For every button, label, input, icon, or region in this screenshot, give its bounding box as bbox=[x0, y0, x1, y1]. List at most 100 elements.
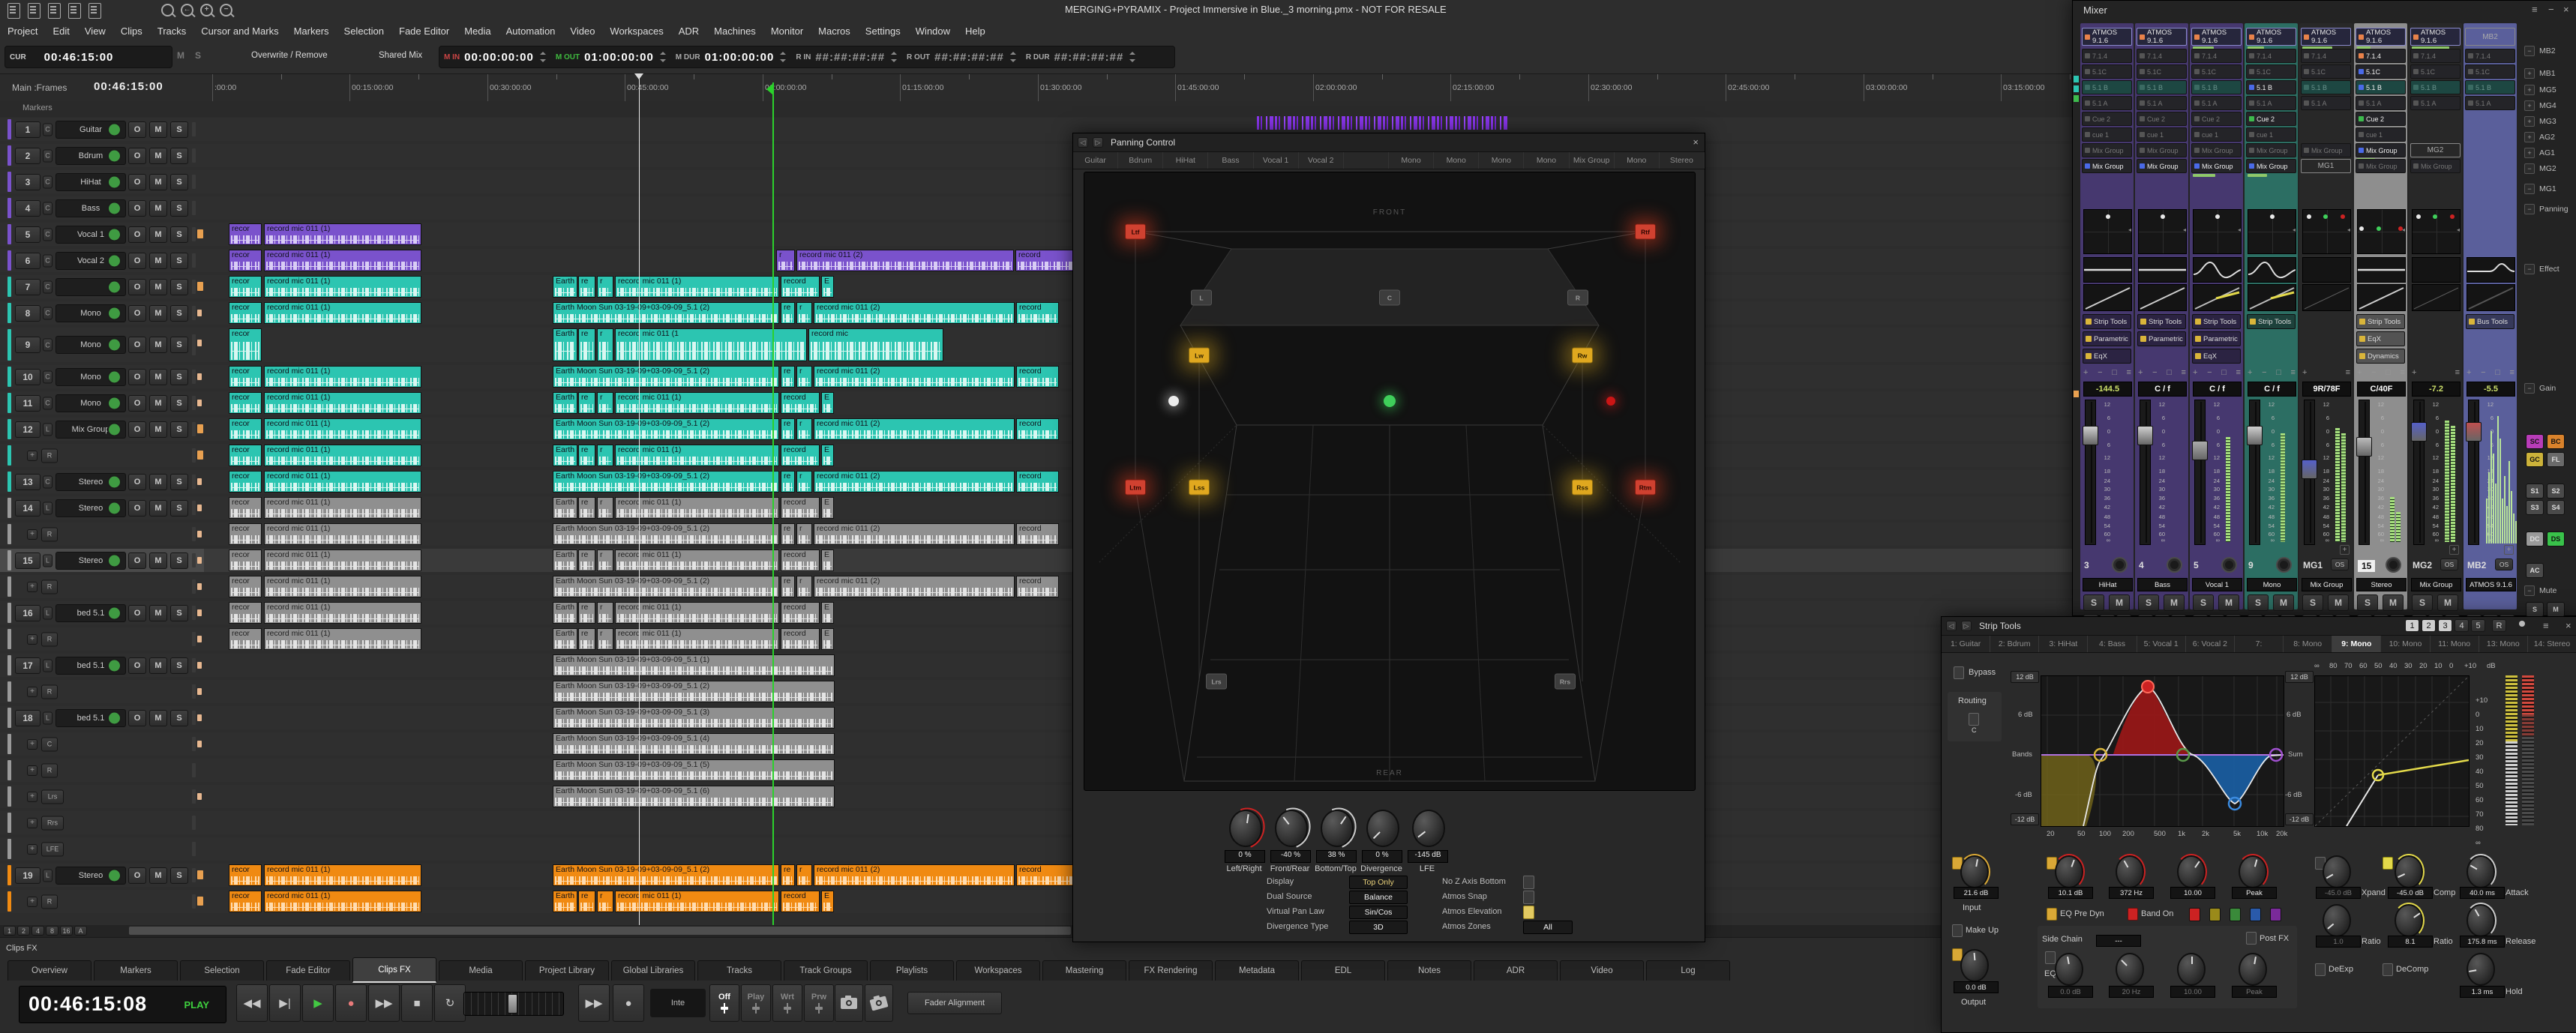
strip-eq-thumbnail[interactable] bbox=[2248, 257, 2296, 283]
record-arm-icon[interactable] bbox=[107, 338, 121, 352]
clip[interactable]: record mic 011 (1) bbox=[264, 471, 421, 493]
menu-icon[interactable]: ≡ bbox=[2543, 620, 2549, 631]
subtrack-channel-button[interactable]: C bbox=[41, 737, 58, 751]
record-arm-icon[interactable] bbox=[107, 711, 121, 725]
preset-5[interactable]: 5 bbox=[2471, 619, 2485, 632]
clip[interactable]: record mic 011 (1) bbox=[264, 602, 421, 624]
track-mute-button[interactable]: M bbox=[149, 148, 167, 164]
knob-value[interactable]: 10.00 bbox=[2170, 986, 2215, 998]
minimize-icon[interactable]: − bbox=[2548, 4, 2554, 15]
clip[interactable]: Earth Moon Sun 03-19-09+03-09-09_5.1 (2) bbox=[553, 302, 779, 324]
plugin-edit-icon[interactable]: □ bbox=[2221, 368, 2227, 377]
pan-3d-view[interactable]: FRONT REAR LtfRtfLCRLwRwLtmLssRssRtmLrsR… bbox=[1084, 172, 1696, 791]
panner-tab-bdrum[interactable]: Bdrum bbox=[1118, 152, 1163, 169]
eq2-toggle[interactable] bbox=[2045, 951, 2056, 964]
track-solo-button[interactable]: S bbox=[170, 279, 188, 295]
clip[interactable]: E bbox=[821, 497, 834, 519]
bus-button-7-1-4[interactable]: 7.1.4 bbox=[2301, 49, 2351, 63]
bus-button-mix-group[interactable]: Mix Group bbox=[2246, 143, 2296, 157]
strip-name[interactable]: Mix Group bbox=[2411, 578, 2461, 591]
clip[interactable]: record bbox=[781, 628, 820, 650]
subtrack-header[interactable]: +R bbox=[0, 890, 204, 913]
xpand-knob[interactable] bbox=[2323, 855, 2351, 888]
bus-button-cue-1[interactable]: cue 1 bbox=[2137, 127, 2187, 142]
track-solo-button[interactable]: S bbox=[170, 867, 188, 884]
clip[interactable]: Earth bbox=[553, 602, 577, 624]
field-r-out[interactable]: R OUT##:##:##:## bbox=[902, 51, 1021, 64]
plugin-edit-row[interactable]: +≡ bbox=[2302, 368, 2350, 377]
plugin-edit-icon[interactable]: − bbox=[2152, 368, 2157, 377]
track-channel-button[interactable]: C bbox=[43, 149, 52, 162]
strip-os-button[interactable]: OS bbox=[2440, 558, 2458, 570]
clip[interactable]: record mic 011 (1) bbox=[264, 276, 421, 298]
panner-tab-mono[interactable]: Mono bbox=[1434, 152, 1479, 169]
subtrack-channel-button[interactable]: R bbox=[41, 684, 58, 699]
track-output-button[interactable]: O bbox=[128, 421, 146, 438]
strip-fader-track[interactable] bbox=[2359, 400, 2370, 545]
menu-help[interactable]: Help bbox=[958, 25, 993, 37]
sidebar-bus-mg3[interactable]: +MG3 bbox=[2524, 116, 2557, 127]
strip-gain-value[interactable]: C / f bbox=[2138, 382, 2187, 397]
subtrack-channel-button[interactable]: R bbox=[41, 527, 58, 541]
speaker-rrs[interactable]: Rrs bbox=[1555, 674, 1576, 690]
bus-button-mix-group[interactable]: Mix Group bbox=[2137, 143, 2187, 157]
track-number[interactable]: 5 bbox=[15, 226, 40, 243]
clip[interactable]: record mic 011 (1) bbox=[264, 576, 421, 597]
bus-button-cue-2[interactable]: Cue 2 bbox=[2082, 112, 2132, 126]
clip[interactable]: recor bbox=[229, 497, 262, 519]
menu-adr[interactable]: ADR bbox=[671, 25, 706, 37]
clip[interactable]: r bbox=[796, 471, 812, 493]
preset-3[interactable]: 3 bbox=[2438, 619, 2452, 632]
clip[interactable]: record mic 011 (1) bbox=[264, 864, 421, 886]
knob-value[interactable]: 40.0 ms bbox=[2460, 887, 2505, 899]
bus-button-mix-group[interactable]: Mix Group bbox=[2410, 159, 2461, 173]
menu-window[interactable]: Window bbox=[908, 25, 958, 37]
track-header[interactable]: 2CBdrumOMS bbox=[0, 144, 204, 167]
deexp-checkbox[interactable] bbox=[2315, 963, 2326, 976]
pin-icon[interactable] bbox=[2519, 621, 2525, 627]
track-solo-button[interactable]: S bbox=[170, 337, 188, 353]
subtrack-header[interactable]: +R bbox=[0, 522, 204, 546]
eq2-type-knob[interactable] bbox=[2239, 953, 2267, 986]
track-mute-button[interactable]: M bbox=[149, 121, 167, 138]
clip[interactable]: re bbox=[781, 418, 795, 440]
strip-name[interactable]: ATMOS 9.1.6 bbox=[2466, 578, 2516, 591]
tab-metadata[interactable]: Metadata bbox=[1215, 960, 1299, 981]
panner-tab-hihat[interactable]: HiHat bbox=[1163, 152, 1208, 169]
speaker-ltf[interactable]: Ltf bbox=[1125, 224, 1146, 240]
strip-fader-track[interactable] bbox=[2085, 400, 2096, 545]
bus-button-mb2[interactable]: MB2 bbox=[2465, 28, 2515, 46]
clip[interactable]: record mic 011 (2) bbox=[814, 302, 1015, 324]
clip[interactable]: record bbox=[781, 276, 820, 298]
plugin-edit-icon[interactable]: ≡ bbox=[2236, 368, 2241, 377]
subtrack-channel-button[interactable]: R bbox=[41, 632, 58, 646]
track-header[interactable]: 8CMonoOMS bbox=[0, 301, 204, 325]
track-number[interactable]: 14 bbox=[15, 500, 40, 516]
pan-option-value[interactable]: Sin/Cos bbox=[1349, 906, 1408, 919]
striptools-tab-10Mono[interactable]: 10: Mono bbox=[2381, 636, 2430, 652]
clip[interactable]: Earth Moon Sun 03-19-09+03-09-09_5.1 (5) bbox=[553, 759, 835, 781]
track-channel-button[interactable]: C bbox=[43, 228, 52, 241]
pan-source-right[interactable] bbox=[1606, 397, 1615, 406]
bus-button-atmos-9-1-6[interactable]: ATMOS 9.1.6 bbox=[2301, 28, 2351, 46]
clip[interactable]: Earth Moon Sun 03-19-09+03-09-09_5.1 (3) bbox=[553, 707, 835, 729]
record-arm-icon[interactable] bbox=[107, 868, 121, 882]
plugin-edit-row[interactable]: +≡ bbox=[2412, 368, 2460, 377]
knob-value[interactable]: Peak bbox=[2232, 986, 2277, 998]
chip-bc[interactable]: BC bbox=[2547, 434, 2565, 449]
strip-solo-button[interactable]: S bbox=[2412, 594, 2433, 611]
strip-record-button[interactable] bbox=[2167, 557, 2182, 573]
strip-mute-button[interactable]: M bbox=[2383, 594, 2404, 611]
clip[interactable]: Earth bbox=[553, 497, 577, 519]
plugin-edit-icon[interactable]: − bbox=[2481, 368, 2485, 377]
plugin-edit-icon[interactable]: + bbox=[2412, 368, 2416, 377]
track-number[interactable]: 2 bbox=[15, 148, 40, 164]
bus-button-5-1-b[interactable]: 5.1 B bbox=[2246, 80, 2296, 94]
pan-knob-left-right[interactable] bbox=[1229, 810, 1262, 847]
strip-number[interactable]: 9 bbox=[2248, 560, 2254, 570]
clip[interactable]: record mic 011 (2) bbox=[814, 471, 1015, 493]
clip[interactable]: re bbox=[781, 864, 795, 886]
attack-knob[interactable] bbox=[2467, 855, 2495, 888]
speaker-rtf[interactable]: Rtf bbox=[1635, 224, 1656, 240]
zoom-preset-4[interactable]: 4 bbox=[31, 926, 44, 936]
